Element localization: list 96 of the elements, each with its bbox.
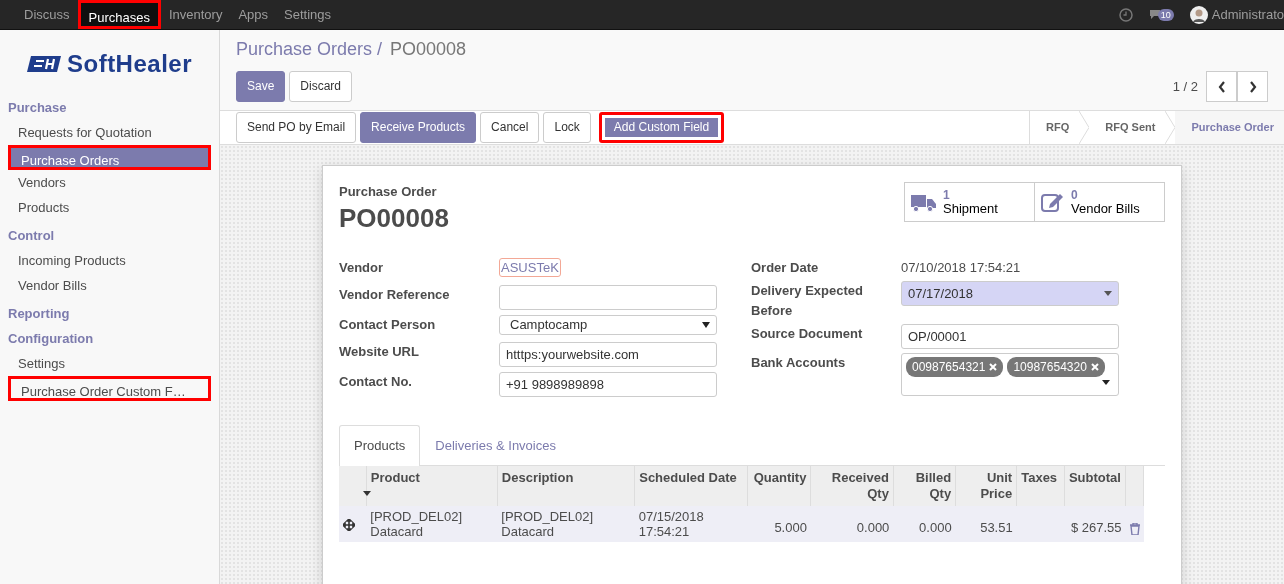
- sidebar-item[interactable]: Purchase Order Custom F…: [8, 376, 211, 401]
- action-button[interactable]: Lock: [543, 112, 591, 143]
- sheet-subtitle: Purchase Order: [339, 183, 438, 201]
- input-field[interactable]: htttps:yourwebsite.com: [499, 341, 717, 367]
- column-header[interactable]: Taxes: [1016, 466, 1065, 506]
- tags-field[interactable]: 00987654321 10987654320: [901, 353, 1119, 396]
- status-stage[interactable]: Purchase Order: [1175, 111, 1284, 144]
- field-label: Order Date: [751, 258, 820, 277]
- field-label: Bank Accounts: [751, 354, 847, 372]
- save-button[interactable]: Save: [236, 71, 286, 102]
- count: 0: [1071, 189, 1079, 202]
- menu-tab[interactable]: Inventory: [160, 0, 231, 29]
- tab[interactable]: Deliveries & Invoices: [420, 424, 571, 465]
- table-cell: 0.000: [893, 506, 956, 542]
- menu-tab[interactable]: Apps: [230, 0, 277, 29]
- caret-icon: [1104, 291, 1112, 296]
- vendor-link[interactable]: ASUSTeK: [499, 257, 561, 277]
- sidebar-item[interactable]: Incoming Products: [0, 248, 219, 273]
- caret-icon: [702, 321, 710, 328]
- input-field[interactable]: OP/00001: [901, 324, 1119, 349]
- move-icon: [343, 519, 355, 531]
- field-label: Source Document: [751, 325, 864, 343]
- column-header[interactable]: Subtotal: [1064, 466, 1126, 506]
- field-label: Contact Person: [339, 315, 437, 334]
- trash-icon: [1129, 522, 1140, 535]
- sidebar-item[interactable]: Settings: [0, 351, 219, 376]
- smart-button-label: Vendor Bills: [1071, 201, 1140, 216]
- smart-button-label: Shipment: [943, 201, 998, 216]
- sidebar-item[interactable]: Vendors: [0, 170, 219, 195]
- clock-icon: [1118, 7, 1133, 22]
- menu-tab[interactable]: Settings: [276, 0, 340, 29]
- avatar-icon: [1189, 5, 1208, 24]
- column-header[interactable]: Billed Qty: [893, 466, 956, 506]
- sort-icon: [362, 491, 371, 496]
- field-label: Website URL: [339, 342, 420, 361]
- previous-button[interactable]: [1206, 71, 1237, 102]
- table-cell: 5.000: [747, 506, 811, 542]
- discard-button[interactable]: Discard: [289, 71, 353, 102]
- edit-icon: [1041, 191, 1065, 213]
- tag[interactable]: 00987654321: [906, 357, 1004, 377]
- field-label: Contact No.: [339, 372, 413, 391]
- action-button[interactable]: Add Custom Field: [598, 112, 725, 143]
- order-number: PO00008: [339, 201, 449, 234]
- table-cell: 53.51: [955, 506, 1017, 542]
- column-header[interactable]: Description: [497, 466, 635, 506]
- sidebar-item[interactable]: Vendor Bills: [0, 273, 219, 298]
- chevron-left-icon: [1217, 80, 1226, 93]
- logo-text: SoftHealer: [66, 49, 192, 79]
- column-header[interactable]: Scheduled Date: [634, 466, 748, 506]
- field-label: Delivery Expected Before: [751, 282, 864, 320]
- remove-icon: [1090, 363, 1099, 371]
- sidebar-section-title: Control: [7, 227, 56, 245]
- smart-button[interactable]: 1 Shipment: [904, 182, 1035, 222]
- menu-tab[interactable]: Discuss: [16, 0, 78, 29]
- sidebar-item[interactable]: Requests for Quotation: [0, 120, 219, 145]
- date-field[interactable]: 07/17/2018: [901, 281, 1119, 306]
- field-label: Vendor Reference: [339, 285, 451, 304]
- smart-button[interactable]: 0 Vendor Bills: [1034, 182, 1165, 222]
- sidebar-item[interactable]: Purchase Orders: [8, 145, 211, 170]
- input-field[interactable]: [499, 284, 717, 310]
- user-name[interactable]: Administrato: [1211, 4, 1284, 25]
- field-label: Vendor: [339, 258, 385, 277]
- table-cell: 0.000: [810, 506, 894, 542]
- action-button[interactable]: Receive Products: [360, 112, 477, 143]
- count: 1: [943, 189, 951, 202]
- column-header[interactable]: Received Qty: [810, 466, 894, 506]
- sidebar-section-title: Reporting: [7, 305, 71, 323]
- truck-icon: [911, 192, 937, 212]
- chevron-right-icon: [1248, 80, 1257, 93]
- input-field[interactable]: +91 9898989898: [499, 371, 717, 397]
- select-field[interactable]: Camptocamp: [499, 314, 717, 335]
- pager-text: 1 / 2: [1172, 77, 1198, 96]
- action-button[interactable]: Cancel: [480, 112, 540, 143]
- sidebar-section-title: Purchase: [7, 99, 68, 117]
- tag[interactable]: 10987654320: [1007, 357, 1105, 377]
- breadcrumb-current: PO00008: [390, 38, 467, 61]
- column-header[interactable]: Product: [366, 466, 498, 506]
- table-cell: [PROD_DEL02] Datacard: [366, 506, 498, 542]
- caret-icon: [1102, 380, 1110, 385]
- breadcrumb-link[interactable]: Purchase Orders /: [236, 36, 383, 63]
- logo-icon: [26, 54, 63, 74]
- menu-tab[interactable]: Purchases: [77, 0, 161, 29]
- sidebar-section-title: Configuration: [7, 330, 95, 348]
- action-button[interactable]: Send PO by Email: [236, 112, 357, 143]
- table-cell: $ 267.55: [1064, 506, 1126, 542]
- column-header[interactable]: Quantity: [747, 466, 811, 506]
- sidebar-item[interactable]: Products: [0, 195, 219, 220]
- table-cell: [PROD_DEL02] Datacard: [497, 506, 635, 542]
- remove-icon: [989, 363, 998, 371]
- field-value: 07/10/2018 17:54:21: [901, 259, 1021, 275]
- message-count-badge: 10: [1157, 8, 1174, 21]
- tab[interactable]: Products: [339, 424, 421, 466]
- chat-icon: [1148, 9, 1161, 20]
- next-button[interactable]: [1237, 71, 1268, 102]
- column-header[interactable]: Unit Price: [955, 466, 1017, 506]
- table-cell: 07/15/2018 17:54:21: [634, 506, 748, 542]
